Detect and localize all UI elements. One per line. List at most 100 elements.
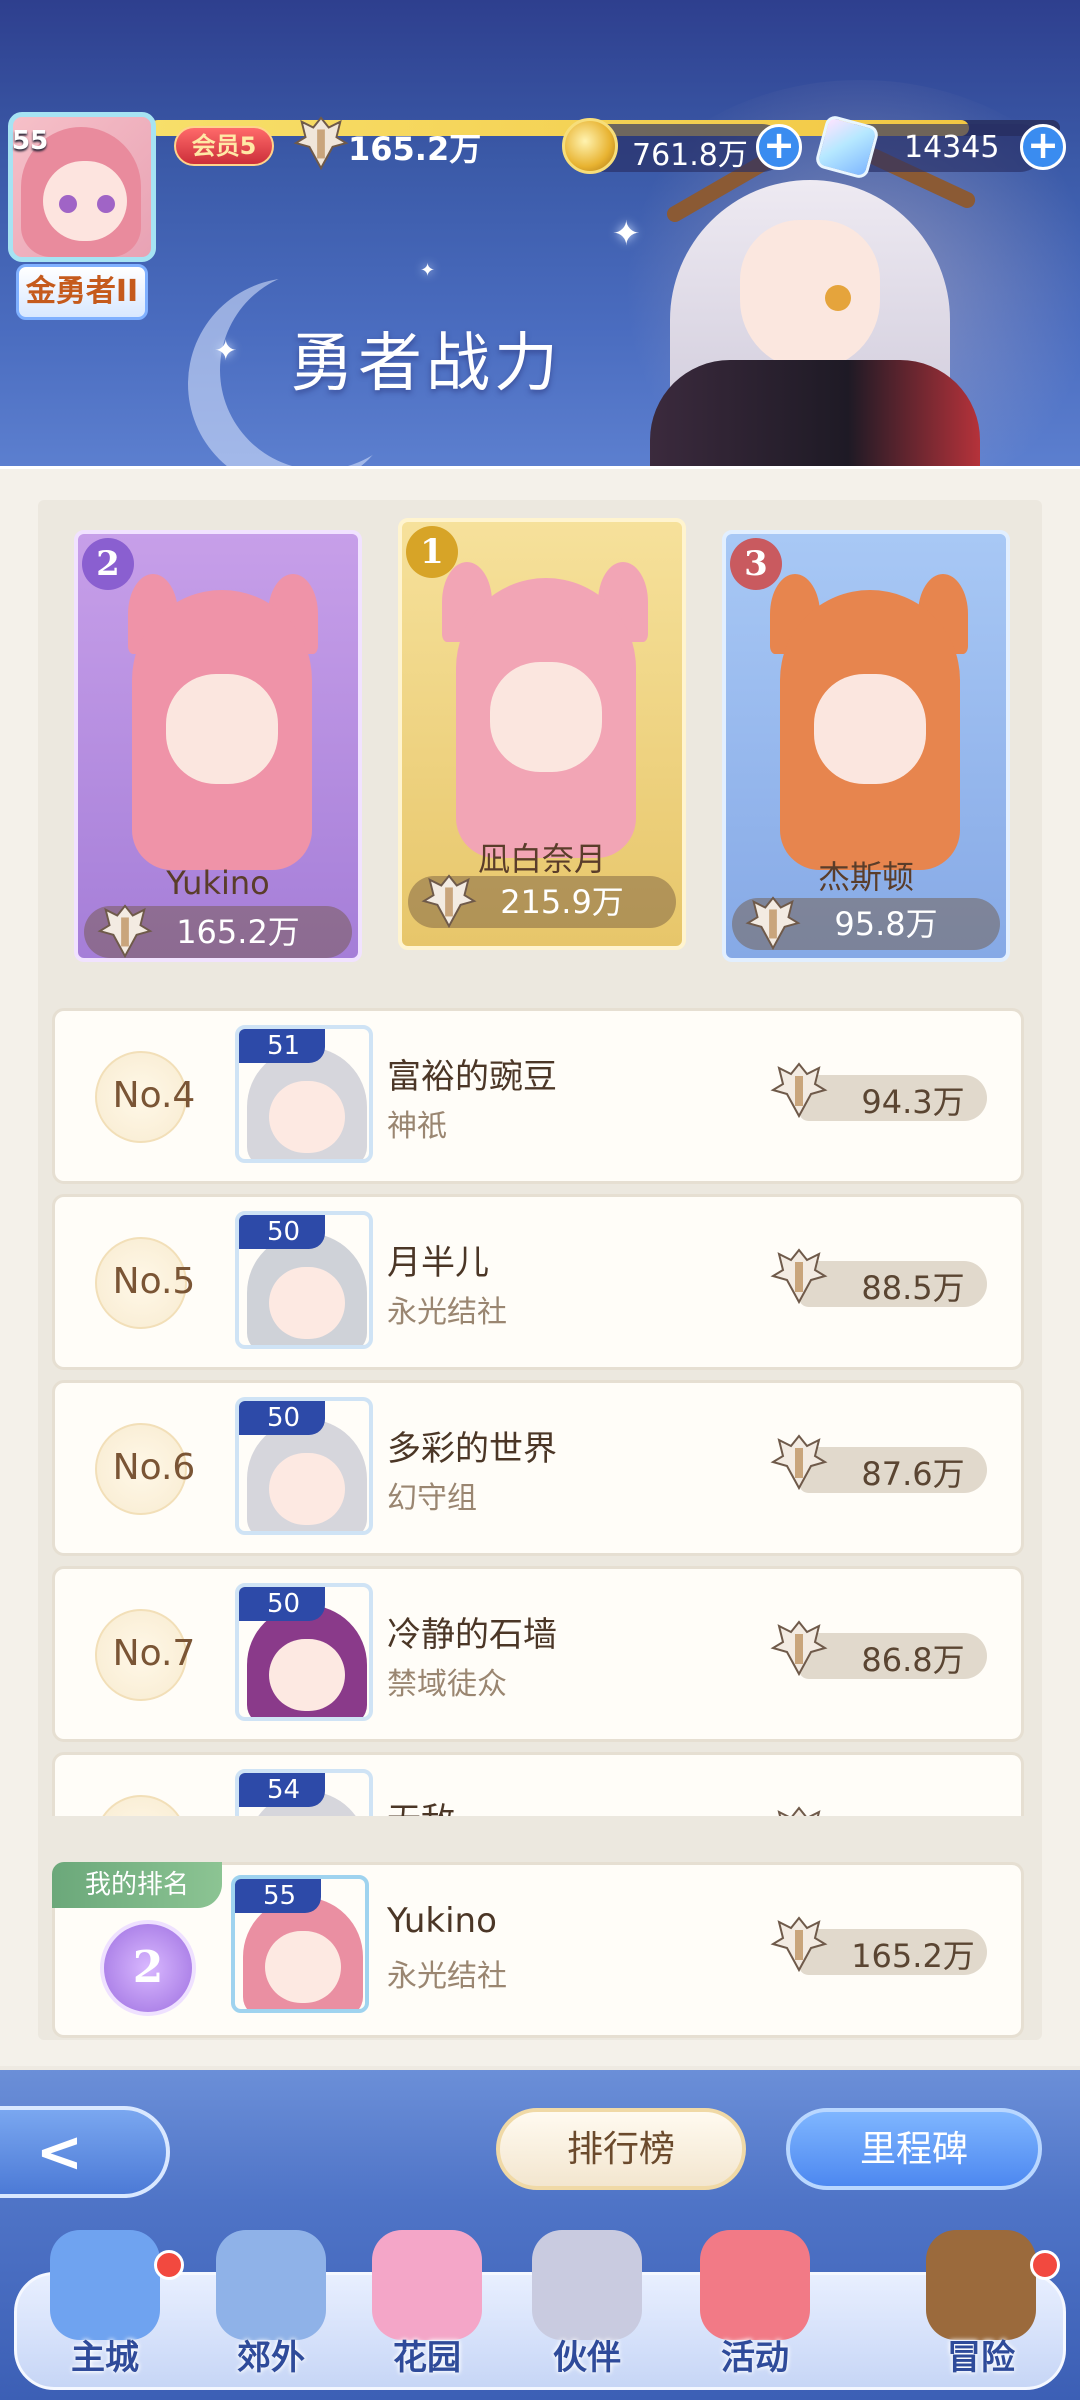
add-coins-button[interactable]: + xyxy=(756,124,802,170)
player-name: 多彩的世界 xyxy=(387,1429,557,1469)
notification-dot xyxy=(154,2250,184,2280)
gem-amount: 14345 xyxy=(904,130,1000,165)
guild-name: 永光结社 xyxy=(387,1295,507,1330)
heart-icon xyxy=(372,2230,482,2340)
player-level: 54 xyxy=(239,1773,325,1807)
player-name: 冷静的石墙 xyxy=(387,1615,557,1655)
compass-icon xyxy=(926,2230,1036,2340)
leaderboard-button[interactable]: 排行榜 xyxy=(496,2108,746,2190)
my-rank-medal: 2 xyxy=(100,1920,196,2016)
coin-amount: 761.8万 xyxy=(632,138,748,173)
nav-item[interactable]: 花园 xyxy=(352,2230,502,2390)
notification-dot xyxy=(1030,2250,1060,2280)
milestone-button[interactable]: 里程碑 xyxy=(786,2108,1042,2190)
nav-label: 活动 xyxy=(721,2338,789,2378)
nav-item[interactable]: 活动 xyxy=(680,2230,830,2390)
podium-card-rank-3[interactable]: 3 杰斯顿 95.8万 xyxy=(722,530,1010,962)
nav-item[interactable]: 主城 xyxy=(30,2230,184,2390)
podium-power: 165.2万 xyxy=(84,904,352,958)
nav-label: 花园 xyxy=(393,2338,461,2378)
ranking-list[interactable]: No.4 51 富裕的豌豆 神祇 94.3万 No.5 50 月半儿 永光结社 … xyxy=(52,1008,1024,1816)
nav-label: 郊外 xyxy=(237,2338,305,2378)
my-power: 165.2万 xyxy=(851,1937,975,1975)
ranking-row[interactable]: No.4 51 富裕的豌豆 神祇 94.3万 xyxy=(52,1008,1024,1184)
player-level: 50 xyxy=(239,1215,325,1249)
player-level: 55 xyxy=(12,126,49,156)
power-crest-icon xyxy=(770,1062,828,1119)
player-avatar: 54 xyxy=(235,1769,373,1816)
portal-icon xyxy=(216,2230,326,2340)
guild-name: 神祇 xyxy=(387,1109,447,1144)
ranking-row[interactable]: No.5 50 月半儿 永光结社 88.5万 xyxy=(52,1194,1024,1370)
power-crest-icon xyxy=(777,1806,821,1816)
power-crest-icon xyxy=(770,1434,828,1491)
guild-name: 幻守组 xyxy=(387,1481,477,1516)
player-avatar: 50 xyxy=(235,1211,373,1349)
star-icon: ✦ xyxy=(420,260,436,281)
player-avatar: 51 xyxy=(235,1025,373,1163)
rank-number: No.4 xyxy=(112,1075,196,1116)
rank-medal: 2 xyxy=(82,538,134,590)
rank-number: No.7 xyxy=(112,1633,196,1674)
my-guild: 永光结社 xyxy=(387,1959,507,1994)
nav-label: 冒险 xyxy=(947,2338,1015,2378)
podium-power-value: 165.2万 xyxy=(176,913,300,951)
back-button[interactable]: < xyxy=(0,2106,170,2198)
castle-icon xyxy=(50,2230,160,2340)
vip-badge[interactable]: 会员5 xyxy=(174,126,274,166)
power-crest-icon xyxy=(770,1620,828,1677)
power-crest-icon xyxy=(770,1248,828,1305)
ranking-row[interactable]: 54 无敌 xyxy=(52,1752,1024,1816)
my-level: 55 xyxy=(235,1879,321,1913)
player-power: 87.6万 xyxy=(861,1455,965,1493)
podium-power: 95.8万 xyxy=(732,896,1000,951)
nav-item[interactable]: 郊外 xyxy=(196,2230,346,2390)
page-title: 勇者战力 xyxy=(290,327,562,401)
hero-illustration xyxy=(600,140,1040,466)
podium-power-value: 215.9万 xyxy=(500,883,624,921)
nav-label: 伙伴 xyxy=(553,2338,621,2378)
player-level: 51 xyxy=(239,1029,325,1063)
player-avatar: 50 xyxy=(235,1583,373,1721)
gift-icon xyxy=(700,2230,810,2340)
my-avatar: 55 xyxy=(231,1875,369,2013)
star-icon: ✦ xyxy=(214,334,238,367)
guild-name: 禁域徒众 xyxy=(387,1667,507,1702)
podium-card-rank-1[interactable]: 1 凪白奈月 215.9万 xyxy=(398,518,686,950)
ranking-row[interactable]: No.6 50 多彩的世界 幻守组 87.6万 xyxy=(52,1380,1024,1556)
my-rank-tag: 我的排名 xyxy=(52,1862,222,1908)
coin-icon xyxy=(562,118,618,174)
rank-medal: 1 xyxy=(406,526,458,578)
rank-number: No.6 xyxy=(112,1447,196,1488)
nav-item[interactable]: 冒险 xyxy=(906,2230,1060,2390)
player-name: 富裕的豌豆 xyxy=(387,1057,557,1097)
player-avatar: 50 xyxy=(235,1397,373,1535)
podium-card-rank-2[interactable]: 2 Yukino 165.2万 xyxy=(74,530,362,962)
power-crest-icon xyxy=(293,116,349,171)
player-name: 月半儿 xyxy=(387,1243,489,1283)
player-level: 50 xyxy=(239,1587,325,1621)
my-name: Yukino xyxy=(387,1901,497,1941)
header-banner: ✦ ✦ ✦ 勇者战力 xyxy=(0,0,1080,466)
power-crest-icon xyxy=(97,904,153,958)
nav-item[interactable]: 伙伴 xyxy=(512,2230,662,2390)
player-power: 86.8万 xyxy=(861,1641,965,1679)
title-badge[interactable]: 金勇者II xyxy=(16,264,148,320)
rank-medal-icon xyxy=(95,1795,187,1816)
podium-power: 215.9万 xyxy=(408,874,676,929)
power-crest-icon xyxy=(421,874,477,929)
player-power: 165.2万 xyxy=(348,130,482,168)
rank-medal: 3 xyxy=(730,538,782,590)
player-level: 50 xyxy=(239,1401,325,1435)
podium-name: Yukino xyxy=(166,864,270,902)
nav-label: 主城 xyxy=(71,2338,139,2378)
player-name: 无敌 xyxy=(387,1793,455,1816)
back-arrow-icon: < xyxy=(36,2120,83,2185)
partner-icon xyxy=(532,2230,642,2340)
player-power: 94.3万 xyxy=(861,1083,965,1121)
rank-number: No.5 xyxy=(112,1261,196,1302)
player-power: 88.5万 xyxy=(861,1269,965,1307)
add-gems-button[interactable]: + xyxy=(1020,124,1066,170)
ranking-row[interactable]: No.7 50 冷静的石墙 禁域徒众 86.8万 xyxy=(52,1566,1024,1742)
podium-power-value: 95.8万 xyxy=(834,905,938,943)
